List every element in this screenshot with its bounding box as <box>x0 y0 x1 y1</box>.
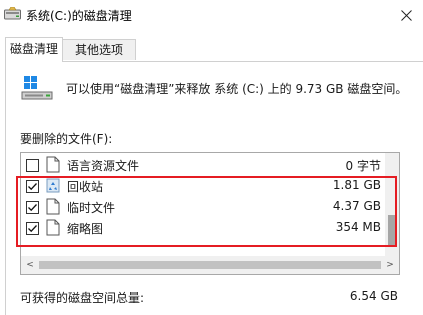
horizontal-scroll-thumb[interactable] <box>39 261 381 269</box>
file-icon <box>46 156 60 173</box>
scroll-right-arrow-icon[interactable]: > <box>384 259 396 271</box>
file-icon <box>46 219 60 236</box>
vertical-scroll-thumb[interactable] <box>388 215 396 247</box>
files-list[interactable]: 语言资源文件 0 字节 回收站 1.81 GB 临时文件 4.37 GB 缩略图… <box>20 152 400 275</box>
total-space-value: 6.54 GB <box>349 289 398 303</box>
window-title: 系统(C:)的磁盘清理 <box>26 9 132 23</box>
checkbox-recycle-bin[interactable] <box>26 180 39 193</box>
close-icon <box>401 9 412 21</box>
title-bar: 系统(C:)的磁盘清理 <box>0 0 423 32</box>
disk-cleanup-app-icon <box>4 7 21 20</box>
files-to-delete-label: 要删除的文件(F): <box>20 132 113 146</box>
list-item[interactable]: 临时文件 4.37 GB <box>21 198 385 220</box>
tab-disk-cleanup[interactable]: 磁盘清理 <box>5 37 63 62</box>
list-item[interactable]: 缩略图 354 MB <box>21 219 385 241</box>
close-button[interactable] <box>390 0 423 30</box>
checkmark-icon <box>28 204 37 212</box>
checkmark-icon <box>28 225 37 233</box>
file-name: 语言资源文件 <box>67 159 140 173</box>
file-icon <box>46 198 60 215</box>
drive-icon <box>21 76 53 100</box>
file-size: 4.37 GB <box>332 199 381 213</box>
disk-cleanup-window: 系统(C:)的磁盘清理 磁盘清理 其他选项 可以使用“磁盘清理”来释放 系统 (… <box>0 0 423 315</box>
vertical-scrollbar[interactable] <box>385 153 399 256</box>
list-item[interactable]: 语言资源文件 0 字节 <box>21 156 385 178</box>
horizontal-scrollbar[interactable]: < > <box>21 256 399 274</box>
file-size: 354 MB <box>335 220 381 234</box>
tab-more-options[interactable]: 其他选项 <box>63 39 136 60</box>
file-size: 1.81 GB <box>332 178 381 192</box>
checkmark-icon <box>28 183 37 191</box>
file-size: 0 字节 <box>345 159 381 173</box>
recycle-bin-icon <box>46 178 60 193</box>
scroll-left-arrow-icon[interactable]: < <box>24 259 36 271</box>
file-name: 回收站 <box>67 180 104 194</box>
file-name: 临时文件 <box>67 201 116 215</box>
drive-space-description: 可以使用“磁盘清理”来释放 系统 (C:) 上的 9.73 GB 磁盘空间。 <box>66 82 408 96</box>
file-name: 缩略图 <box>67 222 104 236</box>
checkbox-thumbnails[interactable] <box>26 222 39 235</box>
tab-strip: 磁盘清理 其他选项 <box>0 37 423 62</box>
checkbox-temporary-files[interactable] <box>26 201 39 214</box>
total-space-label: 可获得的磁盘空间总量: <box>20 291 145 305</box>
list-item[interactable]: 回收站 1.81 GB <box>21 177 385 199</box>
checkbox-language-resources[interactable] <box>26 159 39 172</box>
